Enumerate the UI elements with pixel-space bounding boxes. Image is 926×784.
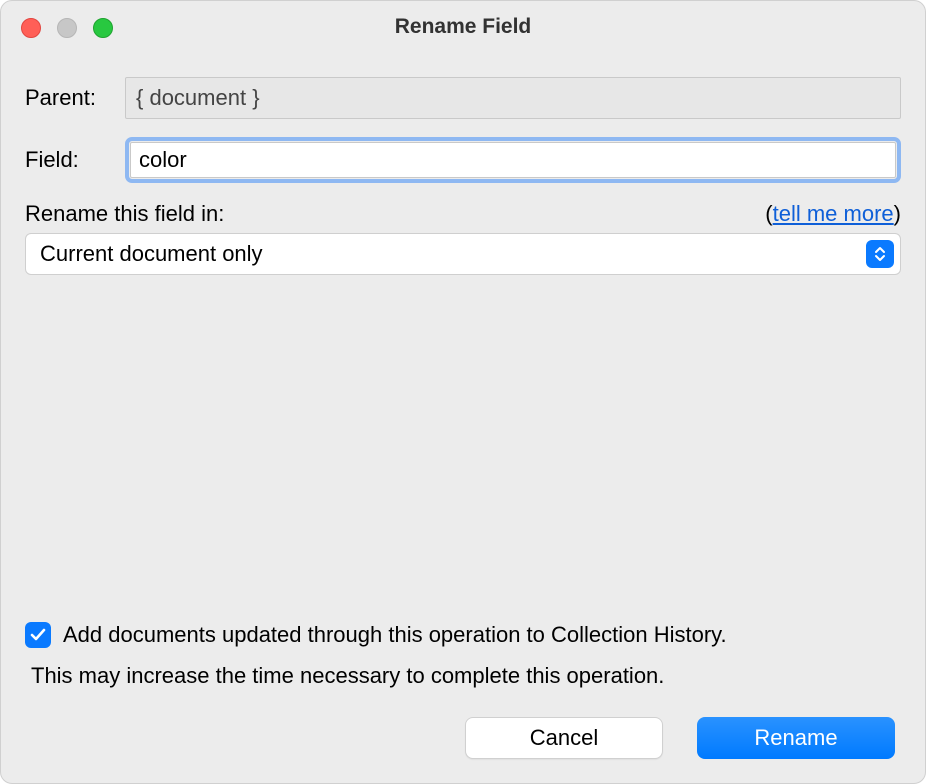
history-option-row: Add documents updated through this opera…	[25, 622, 901, 648]
help-paren-close: )	[894, 201, 901, 226]
dialog-window: Rename Field Parent: { document } Field:…	[0, 0, 926, 784]
scope-header: Rename this field in: (tell me more)	[25, 201, 901, 227]
scope-label: Rename this field in:	[25, 201, 224, 227]
field-row: Field:	[25, 137, 901, 183]
cancel-button[interactable]: Cancel	[465, 717, 663, 759]
close-window-icon[interactable]	[21, 18, 41, 38]
scope-select[interactable]: Current document only	[25, 233, 901, 275]
scope-select-value: Current document only	[40, 241, 263, 267]
dropdown-stepper-icon[interactable]	[866, 240, 894, 268]
history-checkbox[interactable]	[25, 622, 51, 648]
rename-button[interactable]: Rename	[697, 717, 895, 759]
checkmark-icon	[29, 626, 47, 644]
field-name-input[interactable]	[130, 142, 896, 178]
parent-label: Parent:	[25, 85, 125, 111]
minimize-window-icon	[57, 18, 77, 38]
zoom-window-icon[interactable]	[93, 18, 113, 38]
options-panel: Add documents updated through this opera…	[25, 622, 901, 689]
field-focus-ring	[125, 137, 901, 183]
history-checkbox-label: Add documents updated through this opera…	[63, 622, 727, 648]
titlebar: Rename Field	[1, 1, 925, 53]
history-hint: This may increase the time necessary to …	[31, 663, 901, 689]
help-container: (tell me more)	[765, 201, 901, 227]
help-paren-open: (	[765, 201, 772, 226]
tell-me-more-link[interactable]: tell me more	[773, 201, 894, 226]
window-title: Rename Field	[395, 15, 532, 39]
window-controls	[21, 18, 113, 38]
field-label: Field:	[25, 147, 125, 173]
parent-row: Parent: { document }	[25, 77, 901, 119]
dialog-content: Parent: { document } Field: Rename this …	[1, 53, 925, 275]
parent-value-display: { document }	[125, 77, 901, 119]
dialog-buttons: Cancel Rename	[465, 717, 895, 759]
